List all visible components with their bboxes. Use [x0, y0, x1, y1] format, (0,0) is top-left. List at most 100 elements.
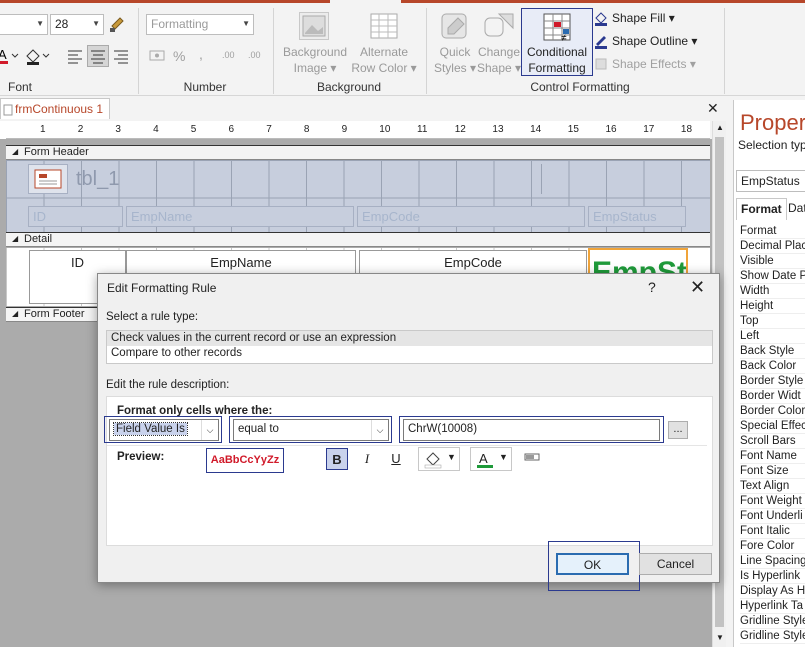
ribbon-separator: [724, 8, 725, 94]
background-color-button[interactable]: ▼: [418, 447, 460, 471]
property-row[interactable]: Is Hyperlink: [740, 569, 805, 584]
property-row[interactable]: Border Style: [740, 374, 805, 389]
quick-styles-icon: [440, 12, 470, 42]
fill-color-icon[interactable]: [24, 47, 50, 65]
scroll-down-icon[interactable]: ▼: [716, 633, 724, 642]
chevron-down-icon: ⌵: [201, 420, 218, 440]
svg-text:A: A: [479, 451, 488, 466]
selected-control-combo[interactable]: EmpStatus: [736, 170, 805, 192]
data-bar-icon[interactable]: [523, 449, 543, 467]
font-size-combo[interactable]: 28 ▼: [50, 14, 104, 35]
ruler-number: 2: [77, 124, 84, 135]
property-row[interactable]: Scroll Bars: [740, 434, 805, 449]
condition-type-value: Field Value Is: [113, 422, 188, 436]
preview-label: Preview:: [117, 451, 165, 463]
empstatus-header-label[interactable]: EmpStatus: [588, 206, 686, 227]
property-row[interactable]: Top: [740, 314, 805, 329]
shape-outline-button[interactable]: Shape Outline ▾: [593, 32, 703, 50]
property-row[interactable]: Format: [740, 224, 805, 239]
align-center-icon[interactable]: [87, 45, 109, 67]
property-sheet-title: Propert: [740, 110, 805, 135]
property-row[interactable]: Left: [740, 329, 805, 344]
property-row[interactable]: Fore Color: [740, 539, 805, 554]
select-rule-type-label: Select a rule type:: [106, 311, 199, 323]
ok-button[interactable]: OK: [556, 553, 629, 575]
increase-decimals-text: .00: [222, 50, 235, 60]
property-row[interactable]: Border Widt: [740, 389, 805, 404]
property-row[interactable]: Show Date P: [740, 269, 805, 284]
form-logo-icon[interactable]: [28, 164, 68, 194]
help-icon[interactable]: ?: [648, 279, 656, 295]
rule-type-item-expression[interactable]: Check values in the current record or us…: [107, 331, 712, 346]
align-left-icon[interactable]: [66, 47, 84, 65]
shape-effects-label-text: Shape Effects: [612, 57, 687, 71]
property-row[interactable]: Font Size: [740, 464, 805, 479]
property-row[interactable]: Font Underli: [740, 509, 805, 524]
background-image-button[interactable]: Background Image ▾: [280, 44, 350, 76]
property-row[interactable]: Width: [740, 284, 805, 299]
cancel-button[interactable]: Cancel: [639, 553, 712, 575]
ruler-number: 16: [605, 124, 617, 135]
property-row[interactable]: Display As H: [740, 584, 805, 599]
rule-type-item-compare[interactable]: Compare to other records: [107, 346, 712, 361]
property-row[interactable]: Border Color: [740, 404, 805, 419]
comma-format-icon[interactable]: ,: [199, 46, 203, 62]
property-row[interactable]: Text Align: [740, 479, 805, 494]
decrease-decimals-icon[interactable]: .00: [248, 50, 261, 60]
empcode-header-label[interactable]: EmpCode: [357, 206, 585, 227]
operator-combo[interactable]: equal to ⌵: [233, 419, 389, 441]
increase-decimals-icon[interactable]: .00: [222, 50, 235, 60]
property-row[interactable]: Special Effec: [740, 419, 805, 434]
property-row[interactable]: Hyperlink Ta: [740, 599, 805, 614]
number-format-combo[interactable]: Formatting ▼: [146, 14, 254, 35]
id-header-label[interactable]: ID: [28, 206, 123, 227]
detail-section-bar[interactable]: ◢ Detail: [6, 232, 710, 247]
shape-effects-button[interactable]: Shape Effects ▾: [593, 55, 703, 73]
condition-type-combo[interactable]: Field Value Is ⌵: [109, 419, 219, 441]
currency-format-icon[interactable]: [148, 47, 168, 65]
font-color-icon[interactable]: A: [0, 47, 20, 65]
align-right-icon[interactable]: [112, 47, 130, 65]
quick-styles-button[interactable]: Quick Styles ▾: [430, 44, 480, 76]
property-row[interactable]: Back Color: [740, 359, 805, 374]
property-row[interactable]: Height: [740, 299, 805, 314]
rule-type-list[interactable]: Check values in the current record or us…: [106, 330, 713, 364]
change-shape-button[interactable]: Change Shape ▾: [476, 44, 522, 76]
expression-builder-button[interactable]: ...: [668, 421, 688, 439]
property-row[interactable]: Font Weight: [740, 494, 805, 509]
property-row[interactable]: Decimal Plac: [740, 239, 805, 254]
property-row[interactable]: Gridline Style: [740, 614, 805, 629]
ruler-number: 9: [341, 124, 348, 135]
form-header-title[interactable]: tbl_1: [76, 168, 119, 191]
format-painter-icon[interactable]: [108, 14, 126, 34]
font-name-combo[interactable]: ▼: [0, 14, 48, 35]
property-row[interactable]: Line Spacing: [740, 554, 805, 569]
document-close-icon[interactable]: ✕: [707, 100, 719, 117]
tab-format[interactable]: Format: [736, 198, 787, 220]
property-row[interactable]: Gridline Style: [740, 629, 805, 644]
font-color-button[interactable]: A ▼: [470, 447, 512, 471]
alternate-row-color-button[interactable]: Alternate Row Color ▾: [348, 44, 420, 76]
percent-format-icon[interactable]: %: [173, 48, 185, 64]
expression-input[interactable]: ChrW(10008): [403, 419, 660, 441]
ribbon-separator: [138, 8, 139, 94]
bold-button[interactable]: B: [326, 448, 348, 470]
property-row[interactable]: Back Style: [740, 344, 805, 359]
italic-button[interactable]: I: [356, 448, 378, 470]
tab-data[interactable]: Dat: [784, 198, 805, 220]
property-row[interactable]: Visible: [740, 254, 805, 269]
conditional-formatting-button[interactable]: ≠ Conditional Formatting: [521, 8, 593, 76]
shape-fill-button[interactable]: Shape Fill ▾: [593, 9, 703, 27]
property-row[interactable]: Font Name: [740, 449, 805, 464]
background-image-icon: [299, 12, 329, 40]
underline-button[interactable]: U: [385, 448, 407, 470]
document-tab[interactable]: frmContinuous 1: [0, 98, 110, 119]
scroll-up-icon[interactable]: ▲: [716, 123, 724, 132]
expression-value: ChrW(10008): [408, 423, 478, 435]
empname-header-label[interactable]: EmpName: [126, 206, 354, 227]
form-header-section-bar[interactable]: ◢ Form Header: [6, 145, 710, 160]
quick-styles-label-1: Quick: [439, 45, 471, 59]
property-row[interactable]: Font Italic: [740, 524, 805, 539]
close-icon[interactable]: ✕: [690, 277, 705, 298]
form-header-area[interactable]: tbl_1 ID EmpName EmpCode EmpStatus: [6, 160, 710, 232]
